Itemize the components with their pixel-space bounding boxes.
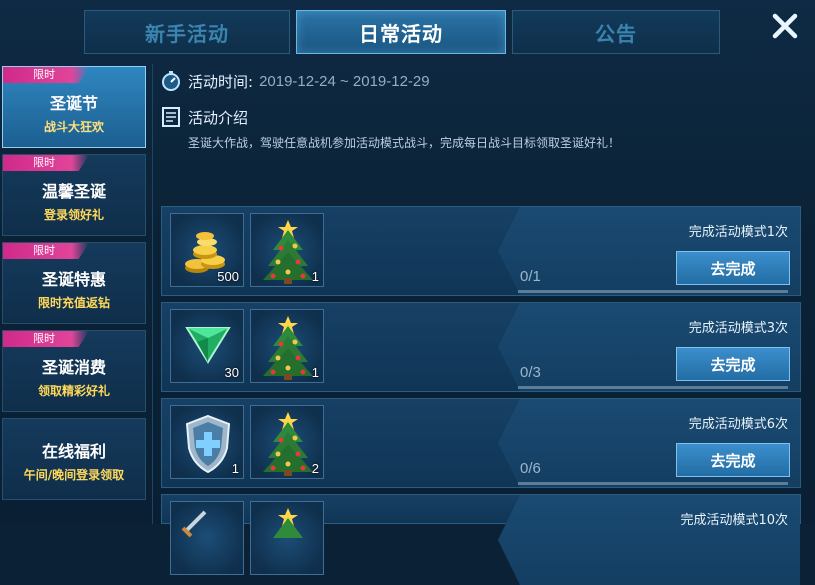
reward-quantity: 30	[224, 365, 239, 380]
reward-quantity: 1	[311, 365, 319, 380]
activity-intro-text: 圣诞大作战，驾驶任意战机参加活动模式战斗，完成每日战斗目标领取圣诞好礼！	[188, 136, 621, 150]
task-progress: 0/6	[520, 460, 541, 477]
go-complete-label: 去完成	[710, 451, 756, 470]
sidebar-item-subtitle: 领取精彩好礼	[37, 383, 110, 398]
activity-time-value: 2019-12-24 ~ 2019-12-29	[259, 72, 430, 90]
activity-time-row: 活动时间: 2019-12-24 ~ 2019-12-29	[160, 70, 810, 92]
reward-quantity: 1	[311, 269, 319, 284]
sidebar-item-subtitle: 登录领好礼	[43, 207, 104, 222]
sidebar-item-subtitle: 限时充值返钻	[37, 295, 110, 310]
task-progress-bar	[518, 482, 788, 485]
sidebar-item-title: 圣诞特惠	[41, 269, 106, 289]
close-x-icon	[772, 13, 798, 39]
task-row: 1 2 完成活动模式6次 0/6 去完成	[161, 398, 801, 488]
sidebar-item-online-bonus[interactable]: 在线福利 午间/晚间登录领取	[2, 418, 146, 500]
sidebar-item-christmas-spending[interactable]: 限时 圣诞消费 领取精彩好礼	[2, 330, 146, 412]
activity-info: 活动时间: 2019-12-24 ~ 2019-12-29 活动介绍 圣诞大作战…	[160, 70, 810, 151]
limited-ribbon: 限时	[3, 243, 89, 259]
sidebar-item-subtitle: 战斗大狂欢	[43, 119, 104, 134]
sword-icon	[181, 510, 207, 538]
tab-label: 日常活动	[359, 21, 443, 46]
go-complete-button[interactable]: 去完成	[676, 251, 790, 285]
go-complete-button[interactable]: 去完成	[676, 347, 790, 381]
task-progress: 0/1	[520, 268, 541, 285]
sidebar-item-title: 圣诞消费	[41, 357, 106, 377]
task-goal: 完成活动模式3次	[688, 321, 788, 336]
sidebar: 限时 圣诞节 战斗大狂欢 限时 温馨圣诞 登录领好礼 限时 圣诞特惠 限时充值返…	[0, 64, 148, 524]
sidebar-divider	[152, 64, 153, 524]
task-row: 30 1 完成活动模式3次 0/3 去完成	[161, 302, 801, 392]
tab-label: 公告	[595, 21, 637, 46]
reward-slot[interactable]	[250, 501, 324, 575]
stopwatch-icon	[162, 71, 180, 91]
go-complete-label: 去完成	[710, 355, 756, 374]
reward-slot[interactable]: 1	[250, 213, 324, 287]
reward-quantity: 2	[311, 461, 319, 476]
task-goal: 完成活动模式1次	[688, 225, 788, 240]
activity-intro-row: 活动介绍	[160, 106, 810, 128]
go-complete-label: 去完成	[710, 259, 756, 278]
christmas-tree-icon	[273, 508, 303, 538]
sidebar-item-subtitle: 午间/晚间登录领取	[23, 467, 125, 482]
reward-quantity: 500	[217, 269, 239, 284]
reward-quantity: 1	[231, 461, 239, 476]
task-row: 500 1 完成活动模式1次 0/1 去完成	[161, 206, 801, 296]
go-complete-button[interactable]: 去完成	[676, 443, 790, 477]
task-row: 完成活动模式10次	[161, 494, 801, 585]
reward-slot[interactable]: 500	[170, 213, 244, 287]
sidebar-item-christmas-sale[interactable]: 限时 圣诞特惠 限时充值返钻	[2, 242, 146, 324]
task-progress-bar	[518, 386, 788, 389]
task-progress: 0/3	[520, 364, 541, 381]
activity-intro-label: 活动介绍	[188, 108, 249, 127]
reward-slot[interactable]: 30	[170, 309, 244, 383]
task-goal: 完成活动模式10次	[680, 513, 788, 528]
reward-slot[interactable]	[170, 501, 244, 575]
limited-ribbon: 限时	[3, 67, 89, 83]
sidebar-item-title: 圣诞节	[49, 93, 98, 113]
close-button[interactable]	[769, 10, 801, 42]
task-goal: 完成活动模式6次	[688, 417, 788, 432]
sidebar-item-title: 温馨圣诞	[41, 181, 106, 201]
reward-slot[interactable]: 2	[250, 405, 324, 479]
notepad-icon	[162, 107, 180, 127]
limited-ribbon: 限时	[3, 155, 89, 171]
tab-announcement[interactable]: 公告	[512, 10, 720, 54]
activity-time-label: 活动时间:	[188, 72, 254, 91]
sidebar-item-christmas[interactable]: 限时 圣诞节 战斗大狂欢	[2, 66, 146, 148]
limited-ribbon: 限时	[3, 331, 89, 347]
reward-slot[interactable]: 1	[250, 309, 324, 383]
sidebar-item-warm-christmas[interactable]: 限时 温馨圣诞 登录领好礼	[2, 154, 146, 236]
reward-slot[interactable]: 1	[170, 405, 244, 479]
task-progress-bar	[518, 290, 788, 293]
sidebar-item-title: 在线福利	[41, 441, 106, 461]
tab-label: 新手活动	[145, 21, 229, 46]
tab-daily-activity[interactable]: 日常活动	[296, 10, 506, 54]
tab-newbie-activity[interactable]: 新手活动	[84, 10, 290, 54]
